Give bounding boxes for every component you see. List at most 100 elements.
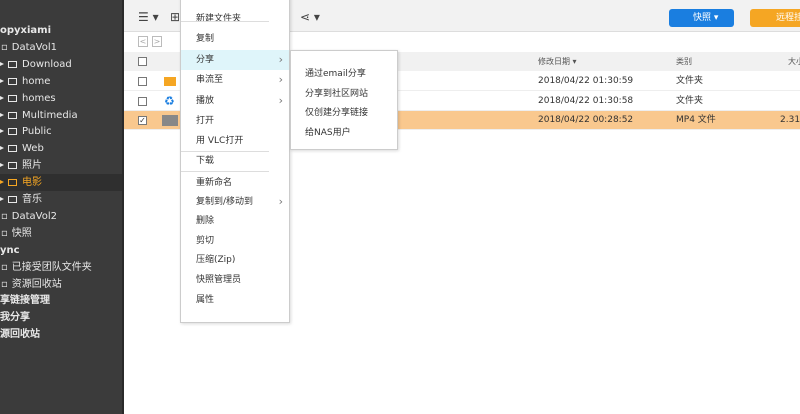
expand-arrow-icon[interactable] [0, 95, 4, 100]
sidebar-item[interactable]: 电影 [0, 174, 122, 192]
type-cell: 文件夹 [676, 76, 704, 86]
menu-item-label: 复制 [196, 34, 215, 44]
sidebar-item-label: 资源回收站 [11, 278, 62, 290]
menu-item-label: 新建文件夹 [196, 14, 242, 24]
menu-divider [181, 151, 269, 152]
size-cell: 2.31 GB [780, 115, 800, 125]
menu-item-label: 复制到/移动到 [196, 197, 254, 207]
submenu-item[interactable]: 通过email分享 [305, 66, 366, 79]
row-checkbox[interactable] [138, 96, 147, 106]
menu-item-label: 用 VLC打开 [196, 136, 244, 146]
type-cell: 文件夹 [676, 95, 704, 106]
sidebar-item[interactable]: Multimedia [0, 107, 122, 124]
snapshot-icon: ▫ [1, 227, 8, 239]
menu-item[interactable]: 复制 [181, 29, 289, 49]
folder-icon [8, 94, 17, 102]
menu-item[interactable]: 用 VLC打开 [181, 131, 289, 151]
menu-item[interactable]: 删除 [181, 211, 289, 231]
menu-item-label: 打开 [196, 116, 215, 126]
sidebar-item[interactable]: Public [0, 123, 122, 140]
sidebar-item-label: 源回收站 [0, 329, 40, 341]
chevron-right-icon: › [278, 73, 283, 86]
select-all-checkbox[interactable] [138, 57, 147, 66]
sidebar-item-label: home [22, 75, 51, 87]
sidebar-item-label: homes [22, 92, 56, 104]
sidebar-item[interactable]: ▫ 快照 [0, 225, 122, 242]
sidebar-item[interactable]: 照片 [0, 157, 122, 174]
menu-item[interactable]: 重新命名 [181, 173, 289, 193]
menu-item[interactable]: 新建文件夹 [181, 9, 289, 29]
recycle-icon: ▫ [1, 278, 8, 290]
sidebar-item[interactable]: opyxiami [0, 22, 122, 39]
sidebar-item[interactable]: 我分享 [0, 309, 122, 326]
menu-divider [181, 171, 269, 172]
menu-item[interactable]: 串流至 › [181, 70, 289, 90]
sidebar-item[interactable]: ▫ DataVol2 [0, 208, 122, 225]
sidebar-item[interactable]: ▫ 已接受团队文件夹 [0, 259, 122, 276]
share-submenu: 通过email分享 分享到社区网站 仅创建分享链接 给NAS用户 [290, 50, 398, 150]
sidebar-item-label: opyxiami [0, 25, 52, 36]
forward-button[interactable]: > [152, 36, 162, 47]
sidebar-item-label: 音乐 [22, 194, 42, 205]
expand-arrow-icon[interactable] [0, 112, 4, 117]
expand-arrow-icon[interactable] [0, 197, 4, 201]
expand-arrow-icon[interactable] [0, 180, 4, 185]
sidebar-item-label: Multimedia [22, 109, 78, 121]
submenu-item[interactable]: 分享到社区网站 [305, 86, 368, 99]
sidebar-item[interactable]: Web [0, 140, 122, 157]
share-icon[interactable]: ⋖ ▾ [300, 10, 320, 24]
team-folder-icon: ▫ [1, 261, 8, 273]
sidebar-item-label: DataVol2 [11, 210, 57, 222]
back-button[interactable]: < [138, 36, 148, 47]
menu-item-label: 快照管理员 [196, 275, 242, 285]
sidebar-item[interactable]: home [0, 73, 122, 90]
modified-cell: 2018/04/22 01:30:59 [538, 76, 634, 86]
menu-item[interactable]: 剪切 [181, 231, 289, 251]
menu-item[interactable]: 下载 [181, 151, 289, 171]
expand-arrow-icon[interactable] [0, 78, 4, 83]
sidebar-item[interactable]: ▫ DataVol1 [0, 39, 122, 56]
sidebar-item-label: Download [22, 58, 72, 70]
menu-item[interactable]: 分享 › [181, 50, 289, 70]
drive-icon: ▫ [1, 210, 8, 222]
col-type[interactable]: 类别 [676, 56, 692, 67]
context-menu: 新建文件夹 复制 分享 › 串流至 › 播放 › 打开用 VLC打开 下载 重新命名 复制到/移动到 ›… [180, 0, 290, 323]
menu-item[interactable]: 属性 [181, 290, 289, 310]
sidebar-item[interactable]: 音乐 [0, 191, 122, 208]
menu-item[interactable]: 压缩(Zip) [181, 250, 289, 270]
sidebar-item[interactable]: homes [0, 90, 122, 107]
menu-item[interactable]: 快照管理员 [181, 270, 289, 290]
sidebar: opyxiami ▫ DataVol1 Download home homes Multim… [0, 0, 124, 414]
col-size[interactable]: 大小 [788, 56, 800, 67]
type-cell: MP4 文件 [676, 115, 716, 125]
row-checkbox[interactable]: ✓ [138, 116, 147, 125]
expand-arrow-icon[interactable] [0, 163, 4, 168]
sidebar-item-label: DataVol1 [11, 41, 57, 53]
col-modified[interactable]: 修改日期 ▾ [538, 56, 577, 67]
new-folder-icon[interactable]: ⊞ [170, 10, 180, 24]
sidebar-item[interactable]: 源回收站 [0, 326, 122, 343]
sidebar-item[interactable]: 享链接管理 [0, 292, 122, 309]
sidebar-item[interactable]: ▫ 资源回收站 [0, 276, 122, 293]
menu-item-label: 重新命名 [196, 178, 233, 188]
submenu-item[interactable]: 给NAS用户 [305, 125, 351, 138]
list-view-icon[interactable]: ☰ ▾ [138, 10, 159, 24]
recycle-icon: ♻ [164, 93, 175, 108]
row-checkbox[interactable] [138, 77, 147, 86]
expand-arrow-icon[interactable] [0, 61, 4, 66]
sidebar-item-label: 照片 [22, 160, 42, 172]
sidebar-item-label: 已接受团队文件夹 [11, 261, 92, 273]
expand-arrow-icon[interactable] [0, 129, 4, 134]
expand-arrow-icon[interactable] [0, 146, 4, 151]
sidebar-item[interactable]: Download [0, 56, 122, 73]
menu-item[interactable]: 播放 › [181, 91, 289, 111]
folder-icon [8, 60, 17, 68]
snapshot-button[interactable]: 快照 ▾ [669, 9, 734, 27]
sidebar-item[interactable]: ync [0, 242, 122, 259]
remote-mount-button[interactable]: 远程挂载 [750, 9, 800, 27]
menu-item[interactable]: 打开 [181, 111, 289, 131]
folder-icon [8, 179, 17, 187]
chevron-right-icon: › [278, 94, 283, 107]
submenu-item[interactable]: 仅创建分享链接 [305, 105, 368, 118]
menu-item[interactable]: 复制到/移动到 › [181, 192, 289, 212]
